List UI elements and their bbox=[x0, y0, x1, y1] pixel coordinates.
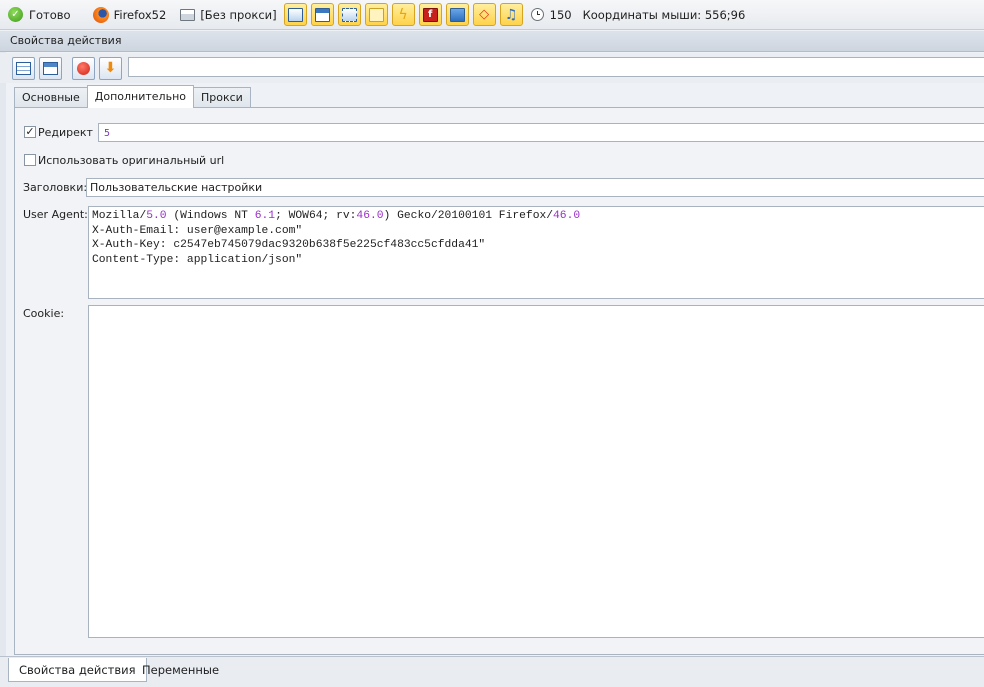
bottom-tab-variables[interactable]: Переменные bbox=[132, 658, 229, 682]
status-text: Готово bbox=[29, 7, 71, 22]
user-agent-line-2: X-Auth-Email: user@example.com" bbox=[92, 224, 303, 237]
redirect-count-value: 5 bbox=[104, 128, 111, 139]
flash-icon: f bbox=[422, 7, 438, 22]
proxy-name: [Без прокси] bbox=[200, 7, 277, 22]
user-agent-line-1: Mozilla/5.0 (Windows NT 6.1; WOW64; rv:4… bbox=[92, 210, 581, 222]
browser-selector[interactable]: Firefox52 bbox=[92, 6, 167, 23]
image-icon bbox=[287, 7, 303, 22]
diamond-tool-button[interactable]: ◇ bbox=[472, 3, 496, 26]
music-icon: ♫ bbox=[504, 6, 518, 23]
frame-icon bbox=[341, 7, 357, 22]
flash-tool-button[interactable]: f bbox=[418, 3, 442, 26]
mouse-coordinates: Координаты мыши: 556;96 bbox=[583, 8, 746, 22]
stop-icon bbox=[77, 61, 90, 75]
mouse-coordinates-text: Координаты мыши: 556;96 bbox=[582, 7, 746, 22]
original-url-label: Использовать оригинальный url bbox=[38, 154, 225, 167]
proxy-icon bbox=[180, 8, 196, 21]
firefox-icon bbox=[92, 6, 109, 23]
timer-value: 150 bbox=[549, 7, 572, 22]
headers-label: Заголовки: bbox=[23, 181, 88, 194]
flash-text-tool-button[interactable] bbox=[364, 3, 388, 26]
tab-main[interactable]: Основные bbox=[14, 87, 88, 108]
bolt-icon: ϟ bbox=[398, 6, 408, 23]
table-icon bbox=[16, 61, 31, 75]
redirect-count-input[interactable]: 5 bbox=[98, 123, 984, 142]
bottom-tab-bar: Свойства действия Переменные bbox=[0, 656, 984, 687]
bolt-tool-button[interactable]: ϟ bbox=[391, 3, 415, 26]
version-number: 46.0 bbox=[553, 210, 581, 222]
clock-icon bbox=[530, 8, 544, 21]
timer: 150 bbox=[530, 7, 572, 22]
user-agent-line-4: Content-Type: application/json" bbox=[92, 254, 303, 267]
user-agent-label: User Agent: bbox=[23, 208, 88, 221]
panel-title: Свойства действия bbox=[0, 31, 984, 52]
stop-button[interactable] bbox=[72, 56, 95, 80]
headers-select[interactable]: Пользовательские настройки bbox=[86, 178, 984, 197]
window-edit-icon bbox=[43, 61, 58, 75]
version-number: 46.0 bbox=[356, 210, 384, 222]
status-ready: ✓ Готово bbox=[8, 7, 71, 22]
flash-text-icon bbox=[368, 7, 384, 22]
monitor-tool-button[interactable] bbox=[445, 3, 469, 26]
version-number: 5.0 bbox=[146, 210, 167, 222]
cookie-textarea[interactable] bbox=[88, 305, 984, 638]
redirect-checkbox[interactable]: ✓ bbox=[24, 126, 36, 138]
url-input[interactable] bbox=[128, 57, 984, 77]
tab-advanced[interactable]: Дополнительно bbox=[86, 85, 194, 108]
browser-name: Firefox52 bbox=[113, 7, 167, 22]
frame-tool-button[interactable] bbox=[337, 3, 361, 26]
original-url-checkbox[interactable] bbox=[24, 154, 36, 166]
image-tool-button[interactable] bbox=[283, 3, 307, 26]
tab-strip: Основные Дополнительно Прокси bbox=[14, 85, 251, 108]
arrow-down-icon: ⬇ bbox=[104, 60, 117, 76]
bottom-tab-action-properties[interactable]: Свойства действия bbox=[8, 658, 147, 682]
left-edge bbox=[0, 31, 6, 656]
checkmark-icon: ✓ bbox=[8, 7, 23, 22]
window-icon bbox=[314, 7, 330, 22]
proxy-selector[interactable]: [Без прокси] bbox=[180, 7, 277, 22]
music-tool-button[interactable]: ♫ bbox=[499, 3, 523, 26]
window-tool-button[interactable] bbox=[310, 3, 334, 26]
user-agent-line-3: X-Auth-Key: c2547eb745079dac9320b638f5e2… bbox=[92, 239, 486, 252]
diamond-icon: ◇ bbox=[479, 6, 490, 22]
version-number: 6.1 bbox=[254, 210, 276, 222]
window-settings-button[interactable] bbox=[39, 56, 62, 80]
download-button[interactable]: ⬇ bbox=[99, 56, 122, 80]
top-status-bar: ✓ Готово Firefox52 [Без прокси] ϟ f ◇ ♫ … bbox=[0, 0, 984, 30]
table-view-button[interactable] bbox=[12, 56, 35, 80]
monitor-icon bbox=[449, 7, 465, 22]
redirect-label: Редирект bbox=[38, 126, 93, 139]
cookie-label: Cookie: bbox=[23, 307, 65, 320]
tab-proxy[interactable]: Прокси bbox=[193, 87, 251, 108]
user-agent-textarea[interactable]: Mozilla/5.0 (Windows NT 6.1; WOW64; rv:4… bbox=[88, 206, 984, 299]
